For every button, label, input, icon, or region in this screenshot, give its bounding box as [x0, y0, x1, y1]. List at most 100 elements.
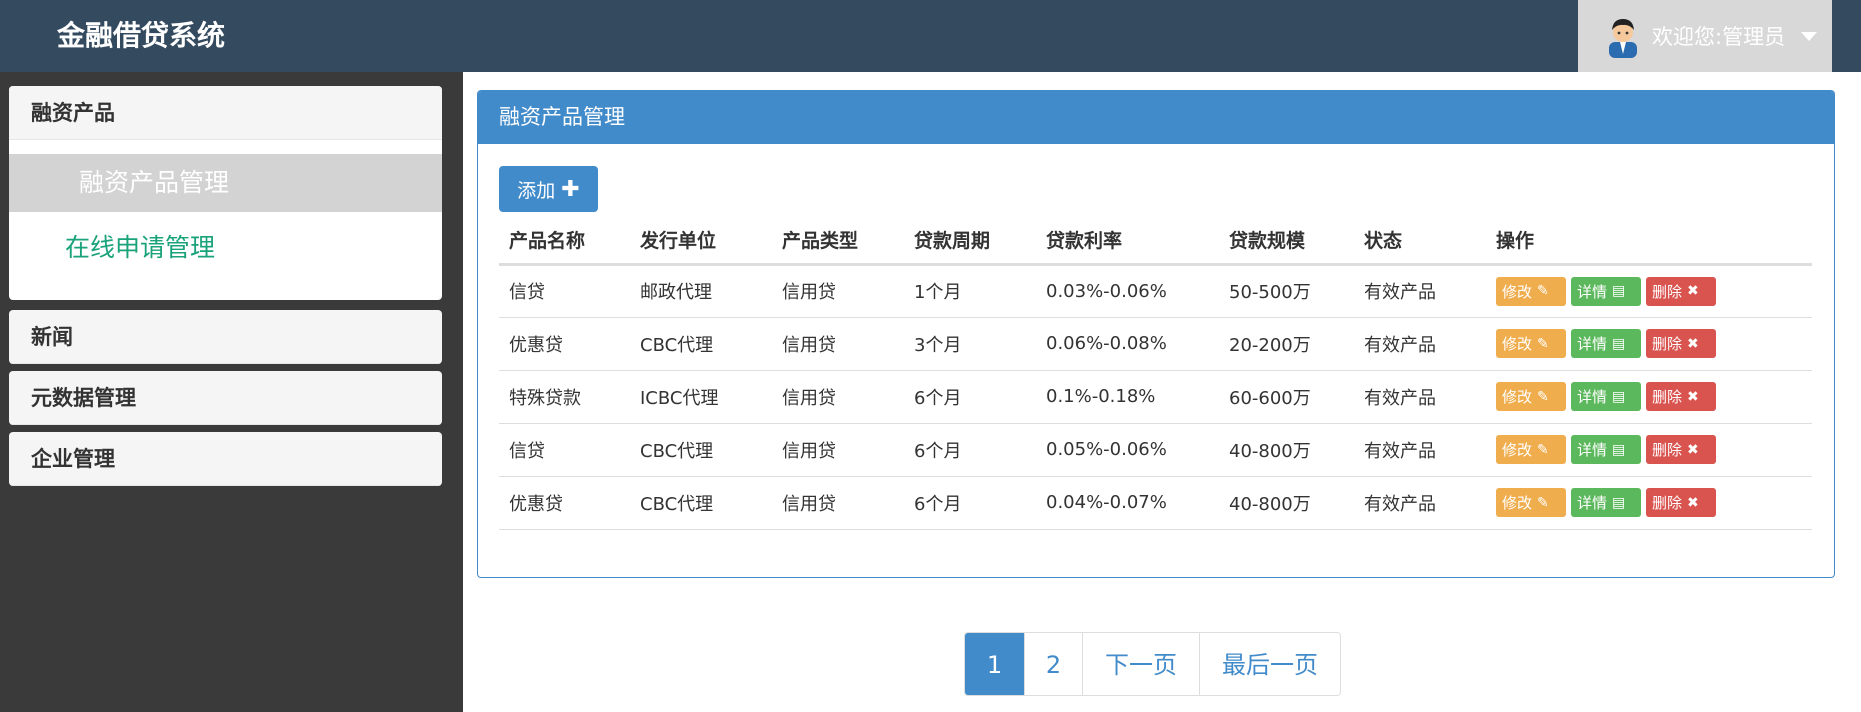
delete-button-label: 删除 [1652, 494, 1683, 512]
row-actions: 修改 ✎ 详情 ▤ 删除 ✖ [1486, 317, 1812, 371]
table-cell: 有效产品 [1354, 264, 1486, 318]
close-icon: ✖ [1687, 283, 1699, 299]
page-1-button[interactable]: 1 [965, 633, 1025, 695]
add-button[interactable]: 添加 ✚ [499, 166, 598, 212]
table-cell: 特殊贷款 [499, 370, 630, 424]
table-cell: CBC代理 [630, 476, 772, 530]
delete-button[interactable]: 删除 ✖ [1646, 382, 1716, 411]
edit-button-label: 修改 [1502, 335, 1533, 353]
table-cell: 有效产品 [1354, 317, 1486, 371]
next-page-button[interactable]: 下一页 [1083, 633, 1200, 695]
edit-button[interactable]: 修改 ✎ [1496, 435, 1566, 464]
column-header: 贷款规模 [1219, 217, 1354, 266]
table-cell: 有效产品 [1354, 423, 1486, 477]
table-cell: 60-600万 [1219, 370, 1354, 424]
delete-button-label: 删除 [1652, 388, 1683, 406]
detail-button[interactable]: 详情 ▤ [1571, 382, 1641, 411]
close-icon: ✖ [1687, 335, 1699, 352]
table-cell: 信用贷 [772, 317, 904, 371]
sidebar-group-enterprise-header[interactable]: 企业管理 [9, 432, 442, 486]
list-icon: ▤ [1612, 283, 1626, 299]
sidebar-group-financing-header[interactable]: 融资产品 [9, 86, 442, 140]
last-page-button[interactable]: 最后一页 [1200, 633, 1340, 695]
table-cell: 信用贷 [772, 476, 904, 530]
table-cell: 0.05%-0.06% [1036, 423, 1219, 477]
pencil-icon: ✎ [1537, 388, 1549, 405]
add-button-label: 添加 [517, 179, 556, 202]
table-cell: 50-500万 [1219, 264, 1354, 318]
list-icon: ▤ [1612, 494, 1626, 511]
sidebar-item-product-management[interactable]: 融资产品管理 [9, 154, 442, 212]
detail-button-label: 详情 [1577, 388, 1608, 406]
close-icon: ✖ [1687, 441, 1699, 458]
main-content: 融资产品管理 添加 ✚ 产品名称 发行单位 产品类型 贷款周期 贷款利率 贷款规… [463, 72, 1861, 712]
row-actions: 修改 ✎ 详情 ▤ 删除 ✖ [1486, 476, 1812, 530]
edit-button[interactable]: 修改 ✎ [1496, 382, 1566, 411]
page-2-button[interactable]: 2 [1025, 633, 1083, 695]
table-cell: 优惠贷 [499, 476, 630, 530]
table-cell: 0.04%-0.07% [1036, 476, 1219, 530]
table-cell: 40-800万 [1219, 476, 1354, 530]
plus-icon: ✚ [561, 176, 580, 202]
detail-button[interactable]: 详情 ▤ [1571, 488, 1641, 517]
list-icon: ▤ [1612, 388, 1626, 405]
close-icon: ✖ [1687, 494, 1699, 511]
table-cell: 20-200万 [1219, 317, 1354, 371]
delete-button[interactable]: 删除 ✖ [1646, 488, 1716, 517]
detail-button-label: 详情 [1577, 494, 1608, 512]
sidebar-group-news: 新闻 [9, 310, 442, 364]
table-cell: 1个月 [904, 264, 1036, 318]
table-cell: 0.06%-0.08% [1036, 317, 1219, 371]
table-cell: ICBC代理 [630, 370, 772, 424]
edit-button-label: 修改 [1502, 282, 1533, 301]
table-cell: 6个月 [904, 370, 1036, 424]
detail-button-label: 详情 [1577, 441, 1608, 459]
delete-button[interactable]: 删除 ✖ [1646, 329, 1716, 358]
detail-button[interactable]: 详情 ▤ [1571, 276, 1641, 306]
column-header: 发行单位 [630, 217, 772, 266]
table-body: 信贷 邮政代理 信用贷 1个月 0.03%-0.06% 50-500万 有效产品 修改 ✎ 详情 ▤… [499, 264, 1812, 530]
table-cell: 邮政代理 [630, 264, 772, 318]
detail-button-label: 详情 [1577, 335, 1608, 353]
detail-button-label: 详情 [1577, 282, 1608, 301]
table-cell: 信用贷 [772, 370, 904, 424]
sidebar: 融资产品 融资产品管理 在线申请管理 新闻 元数据管理 企业管理 [0, 72, 463, 712]
pagination: 1 2 下一页 最后一页 [964, 632, 1341, 696]
column-header: 产品名称 [499, 217, 630, 266]
sidebar-item-online-application[interactable]: 在线申请管理 [9, 212, 442, 284]
app-brand: 金融借贷系统 [57, 19, 226, 52]
pencil-icon: ✎ [1537, 494, 1549, 511]
detail-button[interactable]: 详情 ▤ [1571, 329, 1641, 358]
delete-button-label: 删除 [1652, 441, 1683, 459]
table-cell: 6个月 [904, 476, 1036, 530]
delete-button[interactable]: 删除 ✖ [1646, 276, 1716, 306]
table-cell: CBC代理 [630, 423, 772, 477]
delete-button-label: 删除 [1652, 282, 1683, 301]
detail-button[interactable]: 详情 ▤ [1571, 435, 1641, 464]
edit-button[interactable]: 修改 ✎ [1496, 488, 1566, 517]
column-header: 操作 [1486, 217, 1812, 266]
table-cell: 有效产品 [1354, 476, 1486, 530]
close-icon: ✖ [1687, 388, 1699, 405]
table-cell: 有效产品 [1354, 370, 1486, 424]
sidebar-group-financing: 融资产品 融资产品管理 在线申请管理 [9, 86, 442, 300]
table-cell: 3个月 [904, 317, 1036, 371]
sidebar-group-metadata-header[interactable]: 元数据管理 [9, 371, 442, 425]
table-cell: 40-800万 [1219, 423, 1354, 477]
user-menu[interactable]: 欢迎您:管理员 [1578, 0, 1832, 72]
sidebar-group-news-header[interactable]: 新闻 [9, 310, 442, 364]
pencil-icon: ✎ [1537, 441, 1549, 458]
edit-button[interactable]: 修改 ✎ [1496, 276, 1566, 306]
list-icon: ▤ [1612, 441, 1626, 458]
edit-button[interactable]: 修改 ✎ [1496, 329, 1566, 358]
edit-button-label: 修改 [1502, 388, 1533, 406]
table-header-row: 产品名称 发行单位 产品类型 贷款周期 贷款利率 贷款规模 状态 操作 [499, 217, 1812, 266]
delete-button[interactable]: 删除 ✖ [1646, 435, 1716, 464]
sidebar-group-metadata: 元数据管理 [9, 371, 442, 425]
chevron-down-icon [1801, 31, 1818, 41]
edit-button-label: 修改 [1502, 441, 1533, 459]
list-icon: ▤ [1612, 335, 1626, 352]
welcome-text: 欢迎您:管理员 [1652, 25, 1786, 49]
table-cell: 优惠贷 [499, 317, 630, 371]
table-row: 特殊贷款 ICBC代理 信用贷 6个月 0.1%-0.18% 60-600万 有效产品 修改 ✎… [499, 370, 1812, 424]
